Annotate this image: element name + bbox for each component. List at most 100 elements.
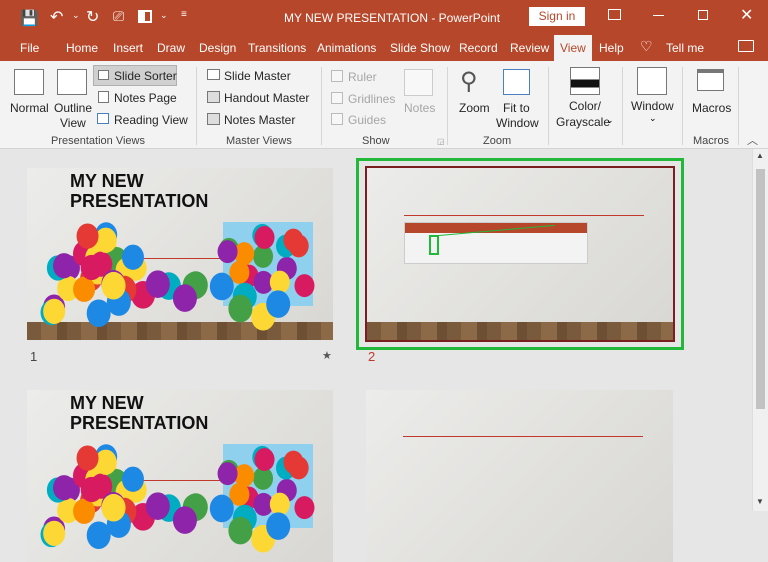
customize-qat-icon[interactable]: ≡ xyxy=(181,9,187,20)
window-icon xyxy=(637,67,667,95)
balloon xyxy=(76,445,99,471)
notes-page-button[interactable]: Notes Page xyxy=(114,91,177,105)
vertical-scrollbar[interactable]: ▲ ▼ xyxy=(752,149,768,511)
balloon xyxy=(217,462,238,486)
comments-icon[interactable] xyxy=(738,40,754,52)
dropdown-icon[interactable]: ⌄ xyxy=(160,10,168,21)
balloon xyxy=(43,520,66,547)
slide-master-button[interactable]: Slide Master xyxy=(224,69,291,83)
balloon xyxy=(172,284,197,312)
layout-icon[interactable] xyxy=(138,10,152,23)
tab-animations[interactable]: Animations xyxy=(317,41,376,55)
tell-me-search[interactable]: Tell me xyxy=(666,41,704,55)
notes-button[interactable]: Notes xyxy=(404,101,435,115)
undo-dropdown-icon[interactable]: ⌄ xyxy=(72,10,80,21)
macros-button[interactable]: Macros xyxy=(692,101,731,115)
scrollbar-thumb[interactable] xyxy=(756,169,765,409)
balloon xyxy=(53,475,76,501)
slide-thumbnail-2[interactable] xyxy=(365,166,675,342)
scroll-down-arrow[interactable]: ▼ xyxy=(756,497,764,506)
divider xyxy=(548,67,549,145)
tab-design[interactable]: Design xyxy=(199,41,236,55)
slide-line xyxy=(403,436,643,437)
color-grayscale-button[interactable]: Color/ xyxy=(569,99,601,113)
balloon xyxy=(209,494,234,523)
balloon xyxy=(121,244,144,270)
guides-label: Guides xyxy=(348,113,387,127)
zoom-button[interactable]: Zoom xyxy=(459,101,490,115)
outline-view-button[interactable]: Outline xyxy=(54,101,92,115)
tab-draw[interactable]: Draw xyxy=(157,41,185,55)
window-title: MY NEW PRESENTATION - PowerPoint xyxy=(284,11,501,25)
tab-file[interactable]: File xyxy=(20,41,39,55)
undo-icon[interactable]: ↶ xyxy=(50,7,63,27)
slide-thumbnail-3[interactable]: MY NEW PRESENTATION xyxy=(27,390,333,562)
lightbulb-icon: ♡ xyxy=(640,38,653,54)
balloon xyxy=(283,450,304,474)
wood-floor xyxy=(367,322,673,340)
color-grayscale-icon xyxy=(570,67,600,95)
notes-page-icon xyxy=(98,91,109,103)
group-macros: Macros xyxy=(693,135,730,147)
balloon xyxy=(43,298,66,325)
present-icon[interactable]: ⎚ xyxy=(113,8,124,25)
tab-home[interactable]: Home xyxy=(66,41,98,55)
redo-icon[interactable]: ↻ xyxy=(86,7,99,27)
collapse-ribbon-icon[interactable]: ︿ xyxy=(747,132,758,148)
group-presentation-views: Presentation Views xyxy=(51,135,145,147)
sign-in-button[interactable]: Sign in xyxy=(529,7,585,26)
fit-to-window-button[interactable]: Fit to xyxy=(503,101,530,115)
minimize-button[interactable] xyxy=(653,15,664,16)
balloon xyxy=(294,274,315,298)
tab-record[interactable]: Record xyxy=(459,41,498,55)
slide-number-2: 2 xyxy=(368,349,376,364)
normal-view-button[interactable]: Normal xyxy=(10,101,49,115)
handout-master-button[interactable]: Handout Master xyxy=(224,91,309,105)
tab-view[interactable]: View xyxy=(554,35,592,61)
guides-checkbox[interactable] xyxy=(331,113,343,125)
tab-review[interactable]: Review xyxy=(510,41,549,55)
save-icon[interactable]: 💾 xyxy=(20,9,39,27)
maximize-button[interactable] xyxy=(698,10,708,20)
balloon xyxy=(94,449,117,475)
slide-number-1: 1 xyxy=(30,349,38,364)
notes-icon xyxy=(404,69,433,96)
notes-master-button[interactable]: Notes Master xyxy=(224,113,295,127)
tab-slide-show[interactable]: Slide Show xyxy=(390,41,450,55)
balloon xyxy=(145,492,170,520)
title-bar: 💾 ↶ ⌄ ↻ ⎚ ⌄ ≡ MY NEW PRESENTATION - Powe… xyxy=(0,0,768,35)
balloon xyxy=(254,448,275,472)
balloon xyxy=(283,228,304,252)
ribbon-display-icon[interactable] xyxy=(608,9,621,20)
tab-transitions[interactable]: Transitions xyxy=(248,41,306,55)
show-dialog-launcher[interactable]: ◲ xyxy=(437,137,445,146)
balloon xyxy=(101,271,126,300)
normal-view-icon xyxy=(14,69,44,95)
tab-help[interactable]: Help xyxy=(599,41,624,55)
ribbon-tabs: File Home Insert Draw Design Transitions… xyxy=(0,35,768,61)
divider xyxy=(321,67,322,145)
reading-view-button[interactable]: Reading View xyxy=(114,113,188,127)
window-button[interactable]: Window xyxy=(631,99,674,113)
divider xyxy=(196,67,197,145)
balloon xyxy=(86,521,111,550)
balloon xyxy=(86,299,111,328)
tab-insert[interactable]: Insert xyxy=(113,41,143,55)
slide-line xyxy=(404,215,644,216)
slide-thumbnail-1[interactable]: MY NEW PRESENTATION xyxy=(27,168,333,340)
outline-view-label2: View xyxy=(60,116,86,130)
gridlines-checkbox[interactable] xyxy=(331,92,343,104)
scroll-up-arrow[interactable]: ▲ xyxy=(756,151,764,160)
balloon xyxy=(121,466,144,492)
balloon xyxy=(266,512,291,540)
slide-thumbnail-4[interactable] xyxy=(366,390,673,562)
balloon xyxy=(266,290,291,318)
group-master-views: Master Views xyxy=(226,135,292,147)
divider xyxy=(738,67,739,145)
close-button[interactable]: ✕ xyxy=(740,5,753,25)
ruler-checkbox[interactable] xyxy=(331,70,343,82)
animation-star-icon[interactable]: ★ xyxy=(322,349,332,362)
balloon xyxy=(172,506,197,534)
balloon xyxy=(228,294,253,323)
balloon xyxy=(80,254,103,281)
